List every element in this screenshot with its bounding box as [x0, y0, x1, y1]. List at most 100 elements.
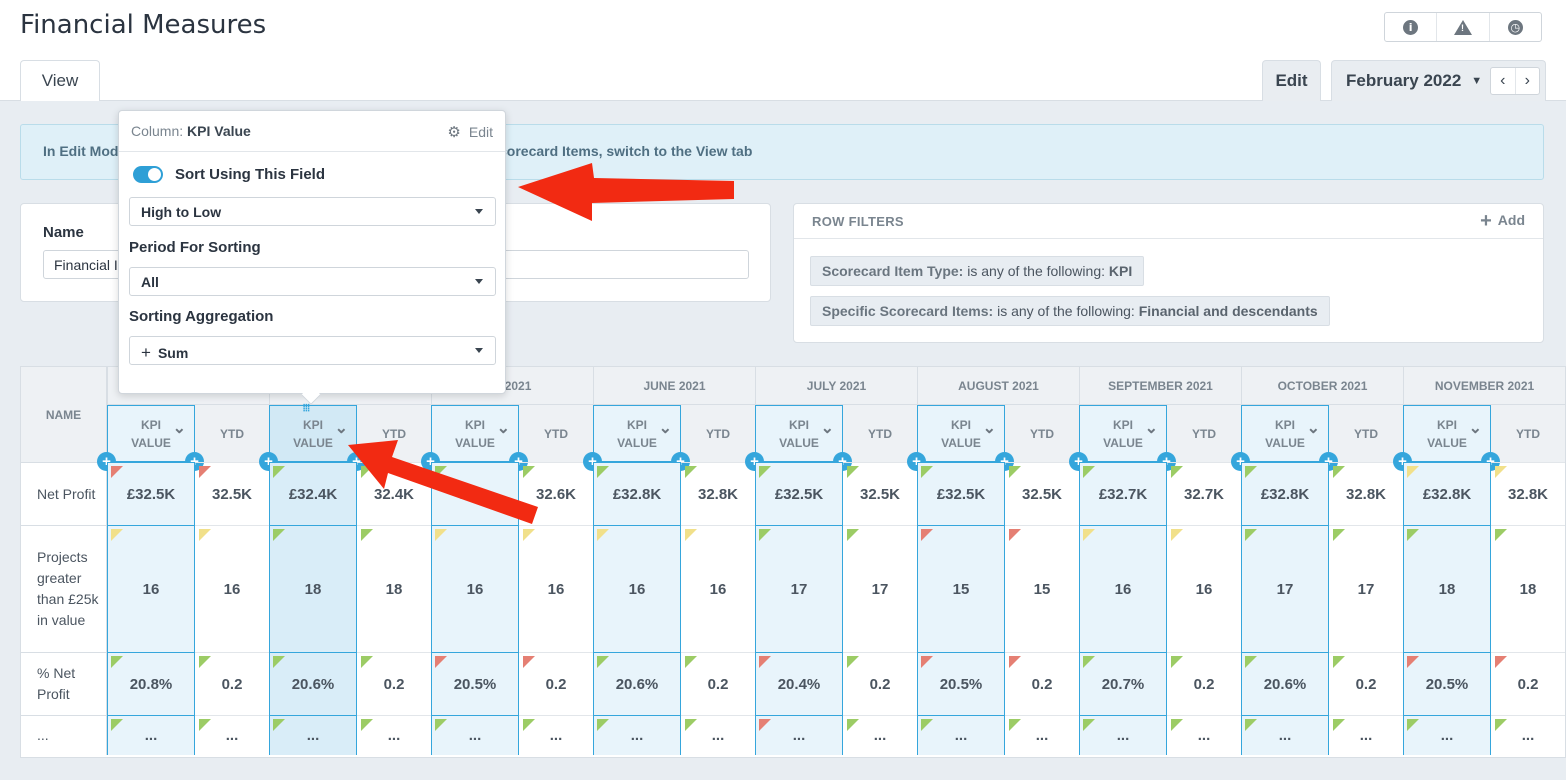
column-name: KPI Value — [187, 123, 251, 139]
kpi-value-cell[interactable]: 16 — [1079, 525, 1167, 652]
ytd-value-cell[interactable]: 18 — [1491, 525, 1565, 652]
kpi-value-cell[interactable]: 18 — [269, 525, 357, 652]
history-button[interactable]: ◷ — [1490, 13, 1541, 41]
ytd-value-cell[interactable]: 16 — [195, 525, 269, 652]
kpi-value-column-header[interactable]: KPI VALUE ⌄ ⦙⦙⦙ — [269, 403, 357, 462]
kpi-value-cell[interactable]: 17 — [755, 525, 843, 652]
kpi-value-column-header[interactable]: KPI VALUE ⌄ — [1403, 405, 1491, 462]
ytd-column-header[interactable]: YTD — [1329, 405, 1403, 462]
ytd-column-header[interactable]: YTD — [519, 405, 593, 462]
chevron-down-icon[interactable]: ⌄ — [1469, 420, 1482, 438]
chevron-down-icon[interactable]: ⌄ — [335, 420, 348, 438]
chevron-down-icon[interactable]: ⌄ — [821, 420, 834, 438]
chevron-down-icon[interactable]: ⌄ — [983, 420, 996, 438]
add-filter-button[interactable]: + Add — [1480, 210, 1525, 233]
status-flag-icon — [199, 466, 211, 478]
kpi-value-column-header[interactable]: KPI VALUE ⌄ — [593, 405, 681, 462]
ytd-column-header[interactable]: YTD — [1005, 405, 1079, 462]
ytd-column-header[interactable]: YTD — [843, 405, 917, 462]
kpi-value-cell[interactable]: 15 — [917, 525, 1005, 652]
caret-down-icon — [475, 279, 483, 284]
kpi-value-column-header[interactable]: KPI VALUE ⌄ — [1079, 405, 1167, 462]
chevron-down-icon[interactable]: ⌄ — [1307, 420, 1320, 438]
status-flag-icon — [1083, 529, 1095, 541]
filter-chip-type[interactable]: Scorecard Item Type: is any of the follo… — [810, 256, 1145, 286]
period-sort-select[interactable]: All — [129, 267, 496, 296]
status-flag-icon — [1333, 466, 1345, 478]
chevron-down-icon[interactable]: ⌄ — [1145, 420, 1158, 438]
chevron-down-icon[interactable]: ⌄ — [173, 420, 186, 438]
status-flag-icon — [759, 529, 771, 541]
sort-toggle[interactable] — [133, 166, 163, 183]
status-flag-icon — [685, 466, 697, 478]
filter-chip-items[interactable]: Specific Scorecard Items: is any of the … — [810, 296, 1330, 326]
ytd-value-cell[interactable]: 16 — [1167, 525, 1241, 652]
sort-order-select[interactable]: High to Low — [129, 197, 496, 226]
clock-icon: ◷ — [1507, 19, 1523, 35]
tab-view[interactable]: View — [20, 60, 100, 101]
status-flag-icon — [361, 529, 373, 541]
kpi-value-cell[interactable]: 16 — [431, 525, 519, 652]
month-header: AUGUST 2021 — [917, 367, 1079, 405]
status-flag-icon — [199, 719, 211, 731]
ytd-column-header[interactable]: YTD — [1491, 405, 1565, 462]
status-flag-icon — [273, 529, 285, 541]
scorecard-grid: NAME Net Profit Projects greater than £25k… — [20, 366, 1566, 758]
chip-op: is any of the following: — [993, 303, 1139, 319]
kpi-value-column-header[interactable]: KPI VALUE ⌄ — [107, 405, 195, 462]
month-header: OCTOBER 2021 — [1241, 367, 1403, 405]
next-period-button[interactable]: › — [1516, 68, 1540, 94]
status-flag-icon — [1407, 529, 1419, 541]
add-filter-label: Add — [1497, 211, 1525, 228]
ytd-column-header[interactable]: YTD — [195, 405, 269, 462]
ytd-column-header[interactable]: YTD — [1167, 405, 1241, 462]
ytd-column-header[interactable]: YTD — [357, 405, 431, 462]
status-flag-icon — [435, 529, 447, 541]
kpi-value-column-header[interactable]: KPI VALUE ⌄ — [755, 405, 843, 462]
status-flag-icon — [1495, 529, 1507, 541]
ytd-value-cell[interactable]: 18 — [357, 525, 431, 652]
warning-button[interactable]: ! — [1437, 13, 1490, 41]
status-flag-icon — [199, 656, 211, 668]
row-filters-title: ROW FILTERS — [812, 213, 904, 229]
row-name[interactable]: % Net Profit — [21, 652, 107, 715]
status-flag-icon — [1009, 719, 1021, 731]
status-flag-icon — [921, 466, 933, 478]
kpi-value-cell[interactable]: 17 — [1241, 525, 1329, 652]
status-flag-icon — [1083, 466, 1095, 478]
chevron-down-icon[interactable]: ⌄ — [497, 420, 510, 438]
status-flag-icon — [685, 656, 697, 668]
kpi-value-column-header[interactable]: KPI VALUE ⌄ — [1241, 405, 1329, 462]
kpi-value-cell[interactable]: 16 — [593, 525, 681, 652]
row-name[interactable]: ... — [21, 715, 107, 755]
aggregation-select[interactable]: + Sum — [129, 336, 496, 365]
row-name[interactable]: Net Profit — [21, 462, 107, 525]
popover-edit-button[interactable]: ⚙ Edit — [447, 123, 493, 141]
ytd-column-header[interactable]: YTD — [681, 405, 755, 462]
status-flag-icon — [435, 656, 447, 668]
status-flag-icon — [435, 466, 447, 478]
row-name[interactable]: Projects greater than £25k in value — [21, 525, 107, 652]
status-flag-icon — [1171, 656, 1183, 668]
ytd-value-cell[interactable]: 17 — [1329, 525, 1403, 652]
status-flag-icon — [1407, 656, 1419, 668]
tab-edit[interactable]: Edit — [1262, 60, 1321, 101]
kpi-value-column-header[interactable]: KPI VALUE ⌄ — [917, 405, 1005, 462]
kpi-value-cell[interactable]: 18 — [1403, 525, 1491, 652]
period-for-sorting-label: Period For Sorting — [129, 239, 261, 256]
kpi-value-cell[interactable]: 16 — [107, 525, 195, 652]
ytd-value-cell[interactable]: 17 — [843, 525, 917, 652]
plus-icon: + — [141, 343, 151, 362]
prev-period-button[interactable]: ‹ — [1491, 68, 1516, 94]
status-flag-icon — [361, 656, 373, 668]
chevron-down-icon[interactable]: ⌄ — [659, 420, 672, 438]
ytd-value-cell[interactable]: 15 — [1005, 525, 1079, 652]
status-flag-icon — [1333, 656, 1345, 668]
info-button[interactable]: i — [1385, 13, 1438, 41]
status-flag-icon — [1495, 466, 1507, 478]
status-flag-icon — [1245, 719, 1257, 731]
kpi-value-column-header[interactable]: KPI VALUE ⌄ — [431, 405, 519, 462]
ytd-value-cell[interactable]: 16 — [681, 525, 755, 652]
month-header: JUNE 2021 — [593, 367, 755, 405]
ytd-value-cell[interactable]: 16 — [519, 525, 593, 652]
